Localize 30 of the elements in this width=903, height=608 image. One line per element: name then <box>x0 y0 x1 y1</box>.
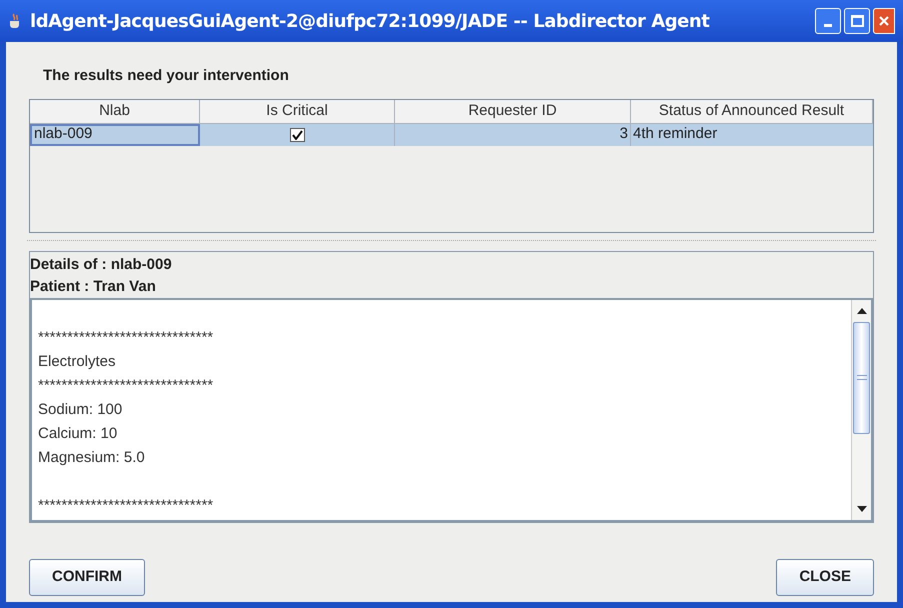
maximize-button[interactable] <box>844 8 870 34</box>
table-cell: 3 <box>395 124 631 146</box>
text-line: Magnesium: 5.0 <box>38 448 146 468</box>
action-button[interactable]: CONFIRM <box>29 558 145 596</box>
critical-checkbox[interactable] <box>290 128 304 142</box>
close-button[interactable] <box>873 8 895 34</box>
table-cell-text: 4th reminder <box>632 124 718 144</box>
results-text-area[interactable]: ****************************** Electrolytes ****************************** Sodium: 100 Calcium: 10 Magnesium: 5.0 ****************************** <box>30 298 873 522</box>
text-line: Electrolytes <box>38 352 117 372</box>
window-title: ldAgent-JacquesGuiAgent-2@diufpc72:1099/JADE -- Labdirector Agent <box>30 10 710 34</box>
close-icon <box>879 16 889 26</box>
table-row[interactable]: nlab-009 3 4th reminder <box>30 124 873 146</box>
text-line: ****************************** <box>38 496 214 516</box>
column-header[interactable]: Nlab <box>30 100 200 124</box>
text-line: ****************************** <box>38 328 214 348</box>
action-button[interactable]: CLOSE <box>776 558 874 596</box>
patient-label: Patient : Tran Van <box>30 276 157 296</box>
text-line: ****************************** <box>38 376 214 396</box>
column-header[interactable]: Is Critical <box>200 100 395 124</box>
coffee-cup-icon <box>8 13 22 29</box>
column-header[interactable]: Requester ID <box>395 100 631 124</box>
scroll-thumb[interactable] <box>853 322 870 434</box>
section-heading: The results need your intervention <box>42 66 290 86</box>
table-cell: nlab-009 <box>30 124 200 146</box>
text-line: Calcium: 10 <box>38 424 118 444</box>
details-title: Details of : nlab-009 <box>30 254 173 274</box>
minimize-button[interactable] <box>815 8 841 34</box>
column-header[interactable]: Status of Announced Result <box>631 100 873 124</box>
scrollbar[interactable] <box>851 300 871 520</box>
text-line: Sodium: 100 <box>38 400 124 420</box>
